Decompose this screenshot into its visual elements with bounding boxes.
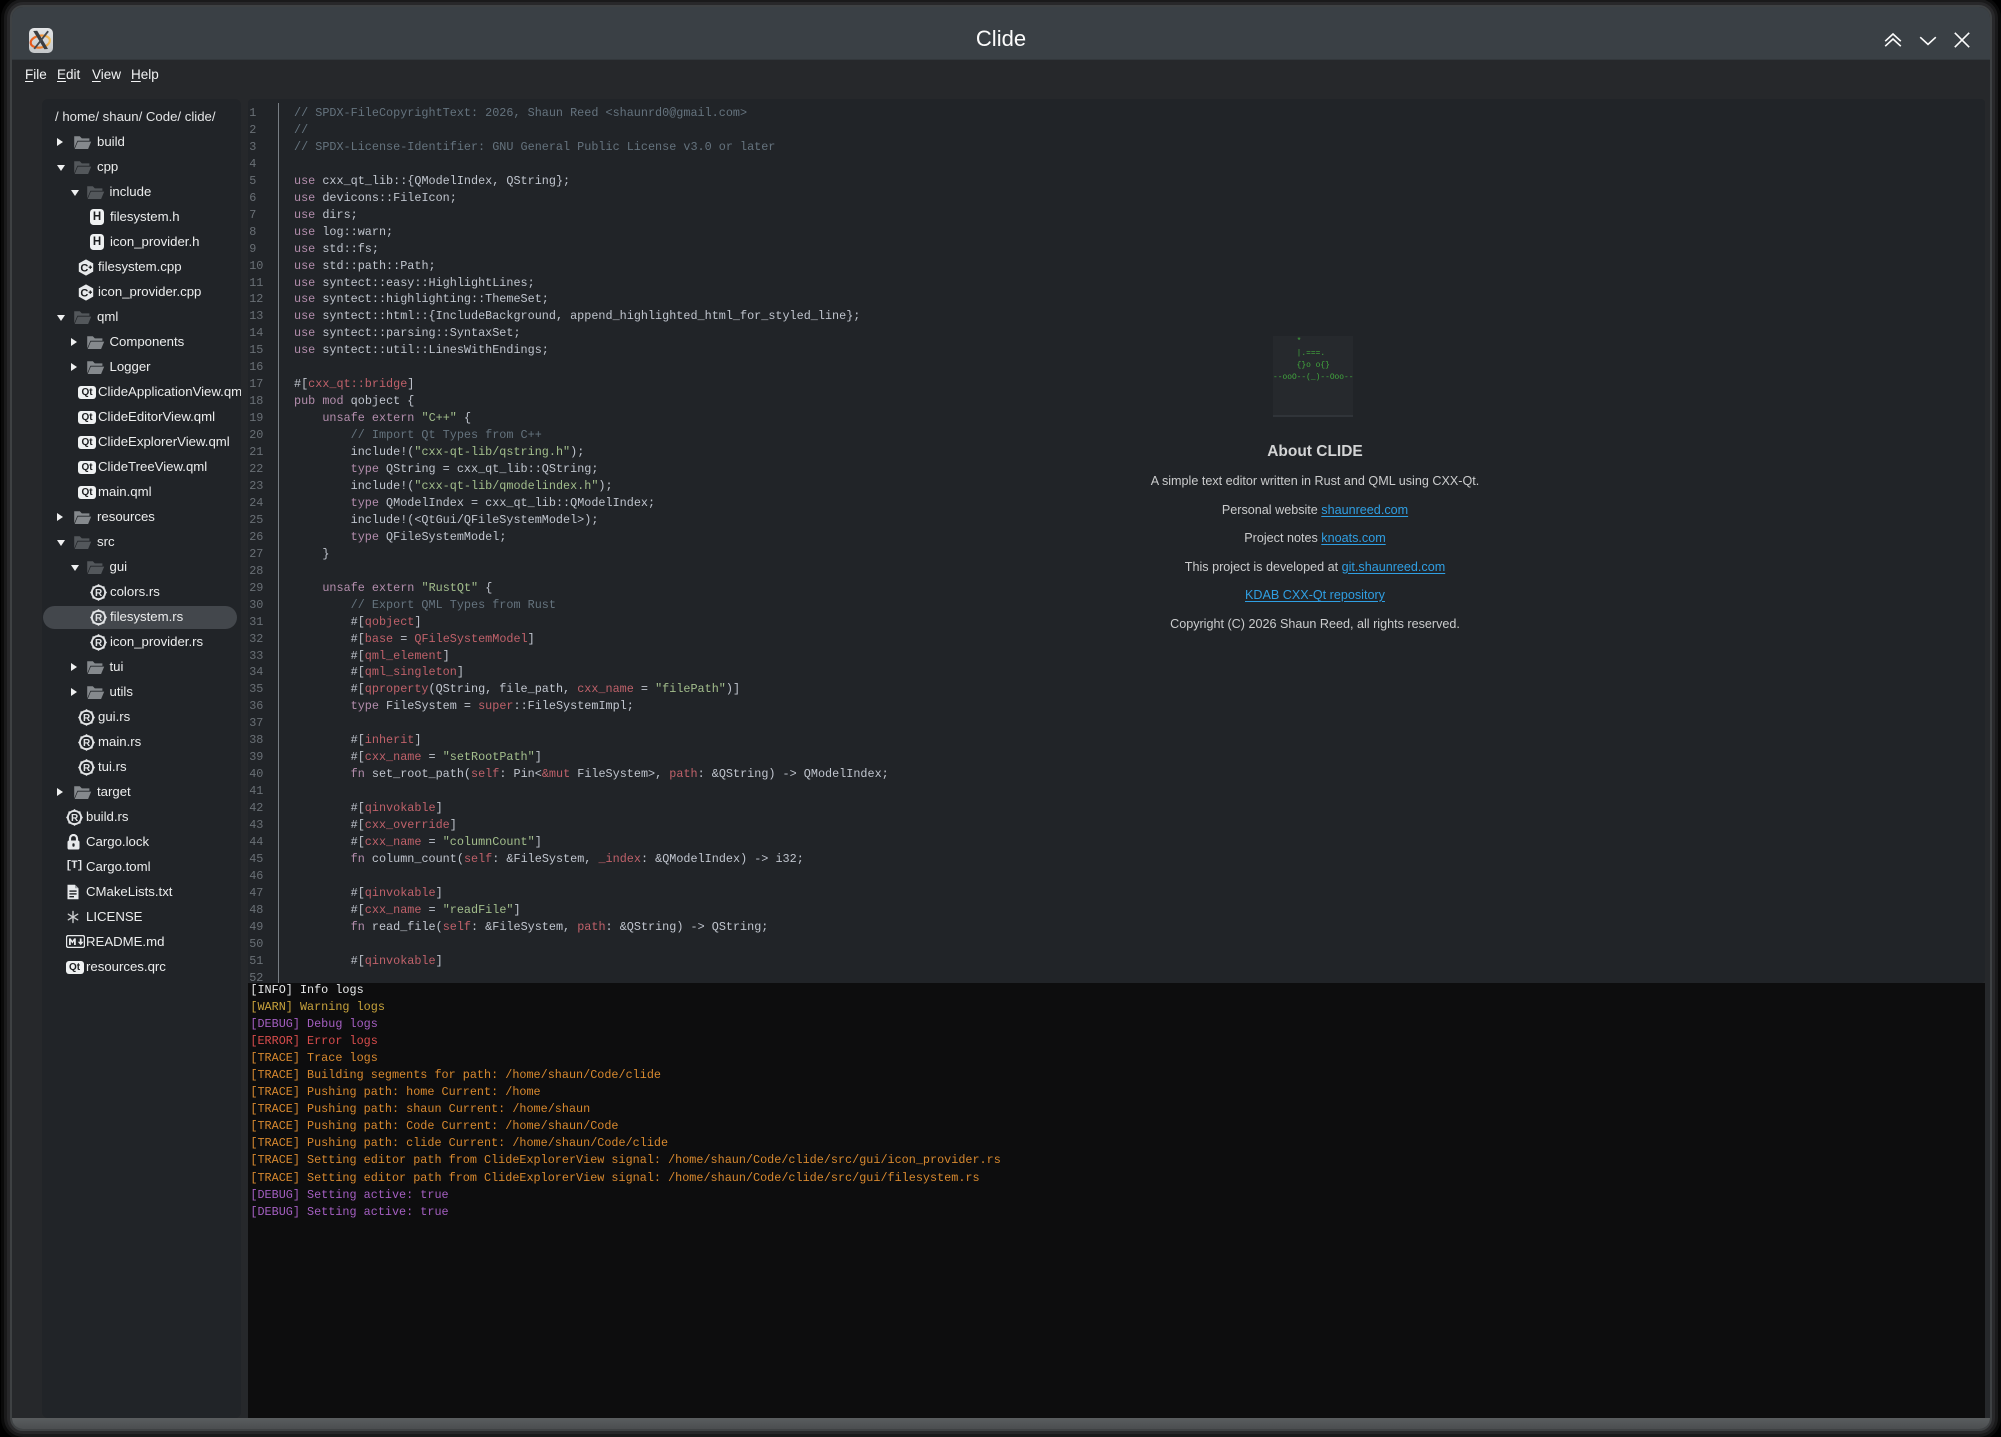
svg-text:R: R — [95, 588, 103, 599]
svg-text:C: C — [80, 288, 88, 300]
svg-text:R: R — [83, 713, 91, 724]
svg-text:C: C — [80, 263, 88, 275]
svg-text:R: R — [83, 738, 91, 749]
svg-text:R: R — [83, 763, 91, 774]
svg-text:R: R — [95, 638, 103, 649]
svg-text:R: R — [95, 613, 103, 624]
svg-text:R: R — [70, 813, 78, 824]
